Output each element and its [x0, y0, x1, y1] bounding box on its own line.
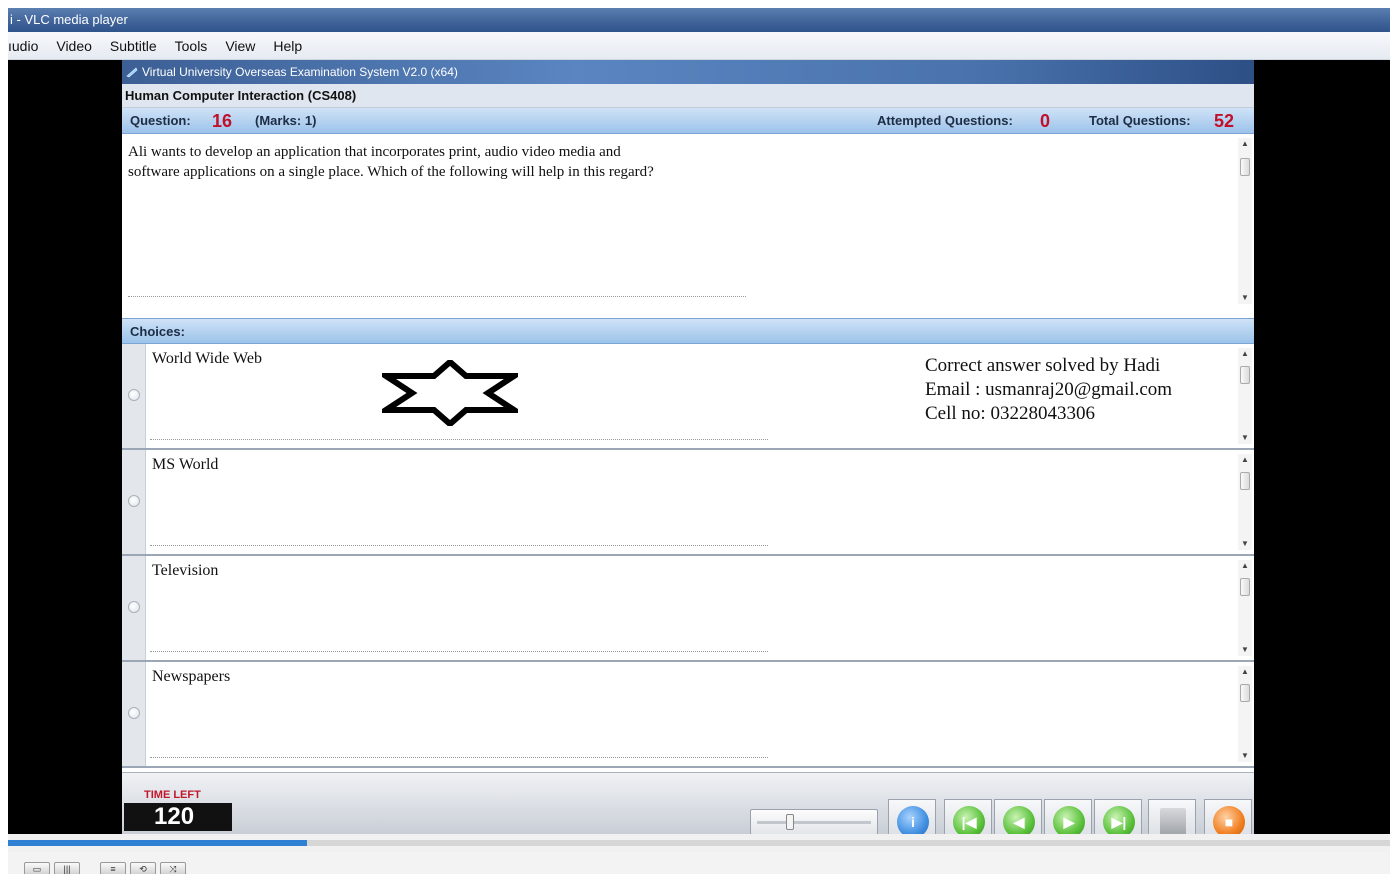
scroll-thumb[interactable] [1240, 366, 1250, 384]
exam-bottom-bar: TIME LEFT 120 i |◀ ◀ ▶ ▶| ■ [122, 772, 1254, 847]
choice-label: World Wide Web [152, 350, 262, 367]
scroll-up-icon[interactable]: ▲ [1238, 560, 1252, 572]
course-title: Human Computer Interaction (CS408) [122, 84, 1254, 108]
watermark-line-1: Correct answer solved by Hadi [925, 355, 1161, 376]
choice-scrollbar[interactable]: ▲ ▼ [1238, 560, 1252, 656]
choice-item[interactable]: Newspapers ▲ ▼ [122, 662, 1254, 768]
scroll-thumb[interactable] [1240, 684, 1250, 702]
radio-column [122, 344, 146, 448]
seek-progress [8, 840, 307, 846]
choice-scrollbar[interactable]: ▲ ▼ [1238, 348, 1252, 444]
vlc-screen: i - VLC media player ıudio Video Subtitl… [0, 0, 1398, 874]
question-divider [128, 296, 746, 297]
choice-scrollbar[interactable]: ▲ ▼ [1238, 454, 1252, 550]
question-line-2: software applications on a single place.… [128, 164, 654, 180]
menu-tools[interactable]: Tools [166, 38, 217, 54]
choices-header: Choices: [122, 318, 1254, 344]
font-size-slider[interactable] [750, 809, 878, 835]
question-header: Question: 16 (Marks: 1) Attempted Questi… [122, 108, 1254, 134]
scroll-down-icon[interactable]: ▼ [1238, 538, 1252, 550]
choice-label: Television [152, 562, 219, 579]
menu-video[interactable]: Video [47, 38, 101, 54]
vlc-title-bar: i - VLC media player [8, 8, 1390, 32]
review-icon [1160, 808, 1186, 836]
scroll-thumb[interactable] [1240, 472, 1250, 490]
vlc-seek-bar[interactable] [8, 834, 1390, 852]
marks-label: (Marks: 1) [255, 113, 317, 128]
question-text: Ali wants to develop an application that… [128, 142, 768, 182]
watermark-line-3: Cell no: 03228043306 [925, 403, 1095, 424]
scroll-up-icon[interactable]: ▲ [1238, 348, 1252, 360]
choice-divider [150, 439, 768, 440]
choice-label: MS World [152, 456, 219, 473]
choice-radio[interactable] [128, 707, 140, 719]
vlc-controls-bar: ▭ ||| ≡ ⟲ ⤨ [8, 852, 1390, 874]
scroll-thumb[interactable] [1240, 158, 1250, 176]
app-icon [126, 67, 138, 78]
scroll-down-icon[interactable]: ▼ [1238, 750, 1252, 762]
scroll-thumb[interactable] [1240, 578, 1250, 596]
menu-help[interactable]: Help [264, 38, 311, 54]
toggle-video-button[interactable]: ▭ [24, 862, 50, 874]
vlc-menu-bar: ıudio Video Subtitle Tools View Help [8, 32, 1390, 60]
watermark-text: Correct answer solved by Hadi Email : us… [925, 354, 1172, 426]
equalizer-button[interactable]: ||| [54, 862, 80, 874]
attempted-value: 0 [1040, 111, 1051, 131]
question-scrollbar[interactable]: ▲ ▼ [1238, 138, 1252, 304]
exam-title-bar: Virtual University Overseas Examination … [122, 60, 1254, 84]
slider-knob[interactable] [785, 814, 794, 830]
radio-column [122, 662, 146, 766]
scroll-down-icon[interactable]: ▼ [1238, 644, 1252, 656]
radio-column [122, 556, 146, 660]
attempted-label: Attempted Questions: [877, 113, 1013, 128]
question-line-1: Ali wants to develop an application that… [128, 144, 621, 160]
shuffle-button[interactable]: ⤨ [160, 862, 186, 874]
star-marker-icon [382, 360, 518, 426]
choice-divider [150, 651, 768, 652]
vlc-window-title: i - VLC media player [10, 12, 128, 27]
scroll-down-icon[interactable]: ▼ [1238, 432, 1252, 444]
menu-view[interactable]: View [216, 38, 264, 54]
scroll-up-icon[interactable]: ▲ [1238, 454, 1252, 466]
choice-label: Newspapers [152, 668, 231, 685]
choice-divider [150, 757, 768, 758]
choice-item[interactable]: Television ▲ ▼ [122, 556, 1254, 662]
total-label: Total Questions: [1089, 113, 1191, 128]
loop-button[interactable]: ⟲ [130, 862, 156, 874]
radio-column [122, 450, 146, 554]
choice-item[interactable]: MS World ▲ ▼ [122, 450, 1254, 556]
playlist-button[interactable]: ≡ [100, 862, 126, 874]
exam-window: Virtual University Overseas Examination … [122, 60, 1254, 847]
choice-divider [150, 545, 768, 546]
choice-radio[interactable] [128, 601, 140, 613]
watermark-line-2: Email : usmanraj20@gmail.com [925, 379, 1173, 400]
question-number: 16 [212, 111, 233, 131]
exam-window-title: Virtual University Overseas Examination … [142, 65, 458, 79]
slider-rail [757, 821, 871, 824]
time-left-value: 120 [124, 803, 232, 831]
choice-scrollbar[interactable]: ▲ ▼ [1238, 666, 1252, 762]
time-left-label: TIME LEFT [144, 789, 201, 801]
question-label: Question: [130, 113, 191, 128]
choice-radio[interactable] [128, 495, 140, 507]
scroll-up-icon[interactable]: ▲ [1238, 138, 1252, 150]
choice-radio[interactable] [128, 389, 140, 401]
scroll-down-icon[interactable]: ▼ [1238, 292, 1252, 304]
menu-audio[interactable]: ıudio [8, 38, 47, 54]
scroll-up-icon[interactable]: ▲ [1238, 666, 1252, 678]
menu-subtitle[interactable]: Subtitle [101, 38, 166, 54]
total-value: 52 [1214, 111, 1235, 131]
